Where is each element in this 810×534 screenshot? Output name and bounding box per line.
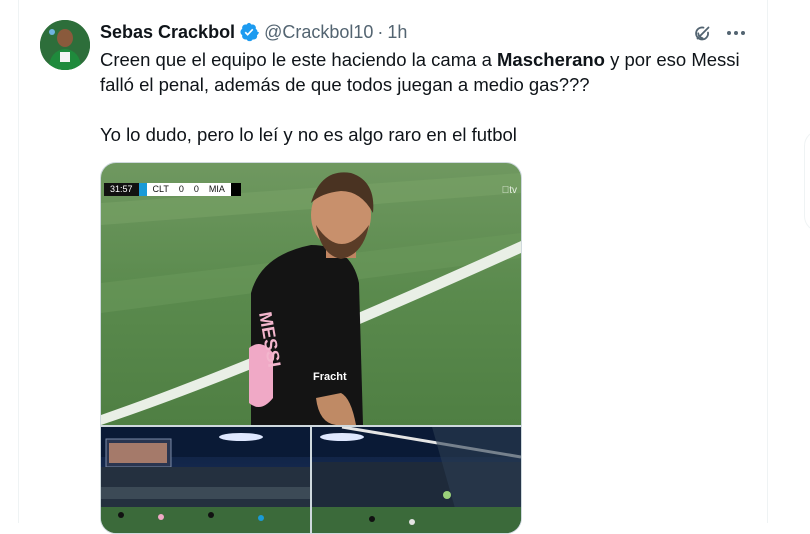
scorebug: 31:57 CLT 0 0 MIA [104, 183, 241, 196]
scorebug-away: MIA [208, 184, 225, 194]
tweet-text: Creen que el equipo le este haciendo la … [100, 47, 740, 147]
media-image-messi[interactable]: MESSI Fracht 31:57 CLT 0 0 MIA tv [101, 163, 521, 425]
verified-badge-icon [239, 22, 259, 42]
tweet-media-grid[interactable]: MESSI Fracht 31:57 CLT 0 0 MIA tv [100, 162, 522, 534]
scorebug-home-score: 0 [178, 184, 184, 194]
author-avatar[interactable] [40, 20, 90, 70]
scorebug-home: CLT [152, 184, 169, 194]
scorebug-score: CLT 0 0 MIA [146, 183, 231, 196]
scorebug-away-color [230, 183, 241, 196]
tweet-timestamp[interactable]: 1h [387, 22, 407, 43]
scorebug-away-score: 0 [193, 184, 199, 194]
tweet-text-line2: Yo lo dudo, pero lo leí y no es algo rar… [100, 124, 517, 145]
sidebar-card-edge [804, 130, 810, 232]
broadcaster-logo: tv [502, 185, 517, 196]
grok-icon[interactable] [690, 20, 716, 46]
scorebug-clock: 31:57 [104, 183, 139, 196]
media-image-stadium-2[interactable] [312, 427, 521, 533]
mention-mascherano: Mascherano [497, 49, 605, 70]
scorebug-home-color [138, 183, 147, 196]
tweet-text-line1: Creen que el equipo le este haciendo la … [100, 49, 740, 95]
media-image-stadium-1[interactable] [101, 427, 310, 533]
author-handle[interactable]: @Crackbol10 [264, 22, 373, 43]
jersey-sponsor: Fracht [313, 371, 347, 383]
more-icon[interactable] [722, 20, 750, 46]
header-separator: · [377, 21, 384, 42]
author-name[interactable]: Sebas Crackbol [100, 22, 235, 43]
tweet-header: Sebas Crackbol @Crackbol10 · 1h [100, 20, 407, 44]
